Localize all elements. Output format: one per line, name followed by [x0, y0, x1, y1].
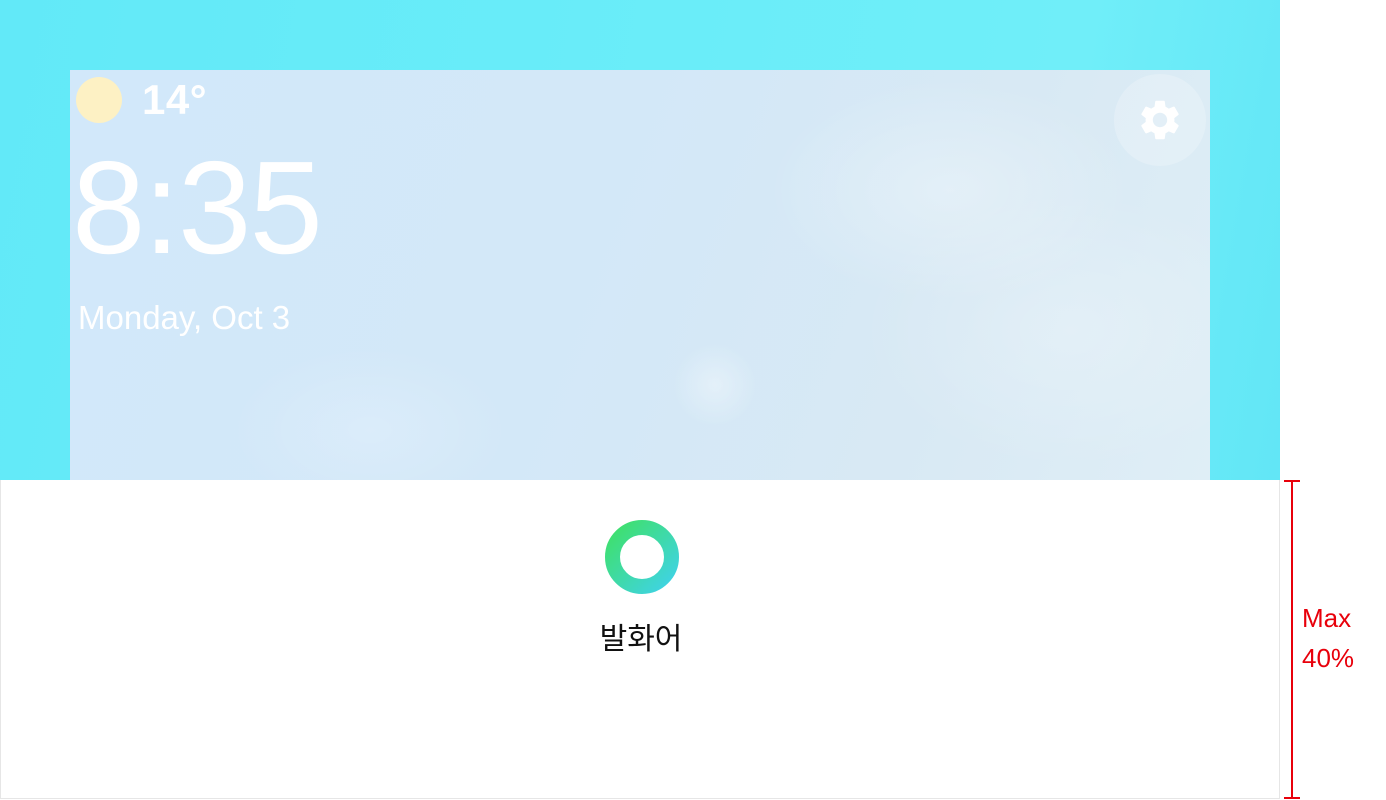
clock-time: 8:35 [72, 134, 323, 281]
settings-button[interactable] [1114, 74, 1206, 166]
measure-label-max: Max [1302, 603, 1352, 633]
temperature: 14° [142, 76, 208, 123]
voice-ring-icon[interactable] [604, 519, 680, 595]
measure-label-percent: 40% [1302, 643, 1355, 673]
gear-icon [1141, 100, 1179, 140]
sun-icon [76, 77, 122, 123]
utterance-label: 발화어 [599, 623, 683, 656]
measure-annotation: Max 40% [1302, 598, 1382, 678]
home-screen: 14° 8:35 Monday, Oct 3 [70, 70, 1210, 480]
measure-line [1291, 480, 1293, 798]
device-frame: 14° 8:35 Monday, Oct 3 [0, 0, 1280, 480]
measure-cap-top [1284, 480, 1300, 482]
measure-cap-bottom [1284, 797, 1300, 799]
voice-panel: 발화어 [0, 480, 1280, 799]
clock-date: Monday, Oct 3 [78, 299, 291, 336]
